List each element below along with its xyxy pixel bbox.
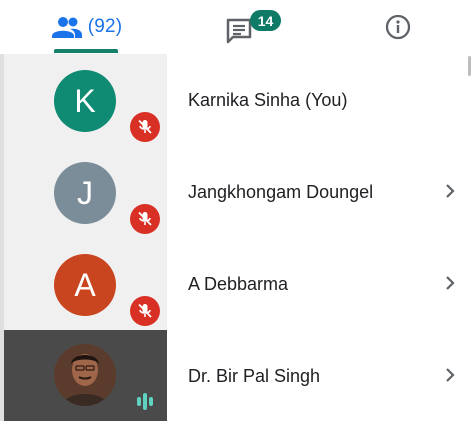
participant-row[interactable]: K Karnika Sinha (You) [0,54,473,146]
participant-name: Karnika Sinha (You) [188,89,348,110]
participant-name: A Debbarma [188,273,289,294]
tab-people[interactable]: (92) [20,0,154,54]
avatar: J [54,162,116,224]
chevron-right-icon[interactable] [438,179,462,203]
tab-bar: (92) 14 [0,0,473,54]
speaking-indicator-icon [134,390,156,412]
tab-chat[interactable]: 14 [185,0,295,54]
chevron-right-icon[interactable] [438,271,462,295]
participant-count: (92) [87,16,123,37]
tab-indicator [54,49,118,53]
people-icon [51,17,82,38]
participant-row[interactable]: A A Debbarma [0,238,473,330]
chat-icon [226,18,252,44]
avatar: A [54,254,116,316]
mic-off-icon [130,112,160,142]
avatar-photo [54,344,116,406]
participant-list: K Karnika Sinha (You) J Jangkhongam Doun… [0,54,473,421]
participant-name: Jangkhongam Doungel [188,181,374,202]
chevron-right-icon[interactable] [438,363,462,387]
participant-row[interactable]: J Jangkhongam Doungel [0,146,473,238]
mic-off-icon [130,204,160,234]
unread-badge: 14 [250,10,281,31]
participant-name: Dr. Bir Pal Singh [188,365,321,386]
avatar: K [54,70,116,132]
scrollbar[interactable] [468,56,471,76]
participant-row[interactable]: Dr. Bir Pal Singh [0,330,473,421]
tab-info[interactable] [340,0,455,54]
mic-off-icon [130,296,160,326]
info-icon [385,14,410,40]
